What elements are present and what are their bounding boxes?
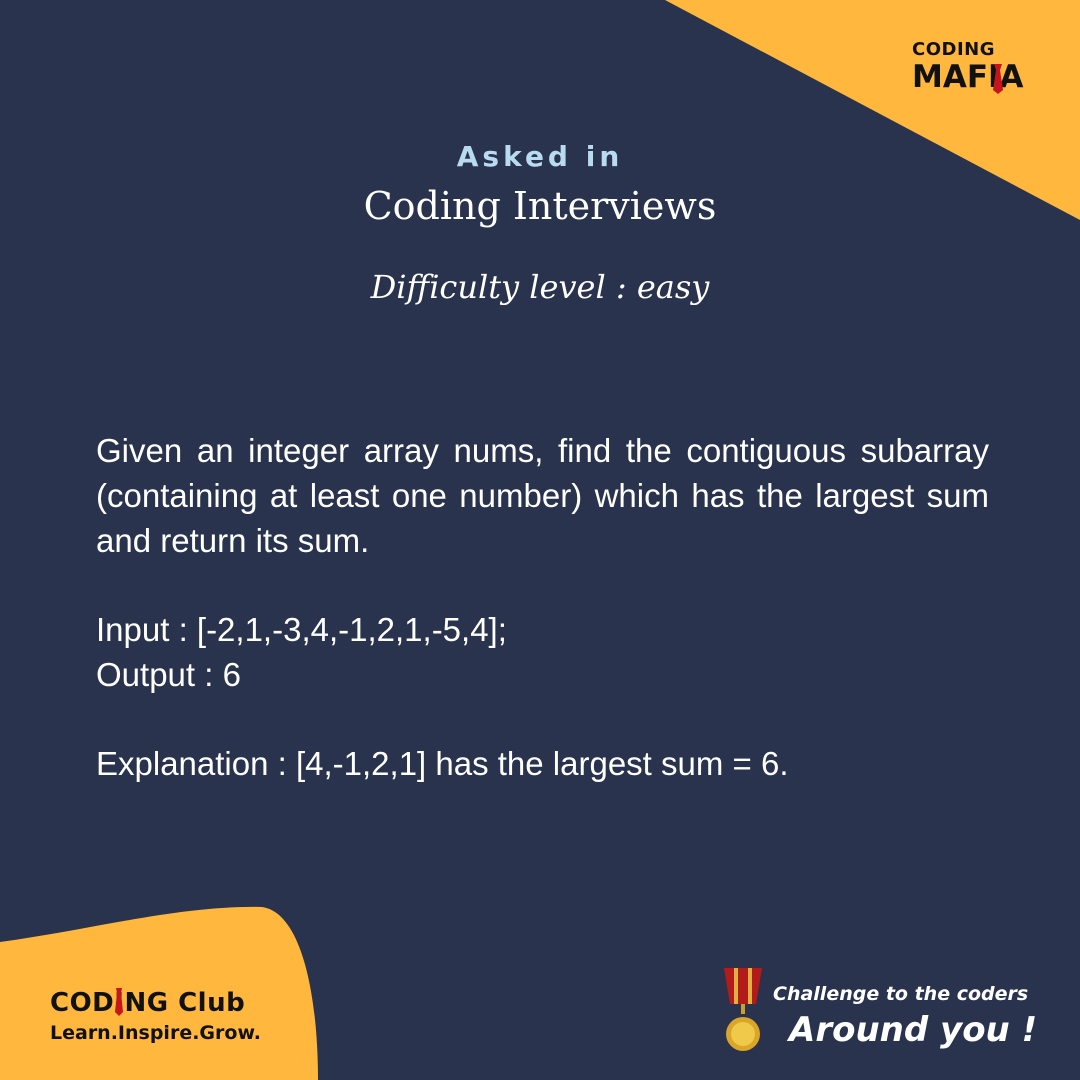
tie-icon [115,988,123,1016]
problem-statement: Given an integer array nums, find the co… [96,432,989,559]
page-title: Coding Interviews [363,184,717,228]
club-tagline: Learn.Inspire.Grow. [50,1022,261,1044]
problem-explanation: Explanation : [4,-1,2,1] has the largest… [96,745,789,782]
asked-in-label: Asked in [456,140,624,173]
challenge-line-1: Challenge to the coders [773,983,1029,1005]
coding-club-logo: CODING Club Learn.Inspire.Grow. [50,986,261,1046]
challenge-line-2: Around you ! [789,1010,1038,1050]
problem-output: Output : 6 [96,656,241,693]
post-canvas: CODING MAFIA Asked in Coding Interviews … [0,0,1080,1080]
club-name: CODING Club [50,988,246,1018]
logo-line-2: MAFIA [912,59,1024,95]
challenge-tagline: Challenge to the coders Around you ! [773,980,1037,1052]
logo-line-1: CODING [912,39,995,60]
medal-icon [724,968,762,1051]
problem-input: Input : [-2,1,-3,4,-1,2,1,-5,4]; [96,611,507,648]
coding-mafia-logo: CODING MAFIA [912,39,1042,95]
difficulty-level: Difficulty level : easy [370,268,710,306]
tie-icon [993,64,1003,94]
problem-body: Given an integer array nums, find the co… [96,428,989,786]
